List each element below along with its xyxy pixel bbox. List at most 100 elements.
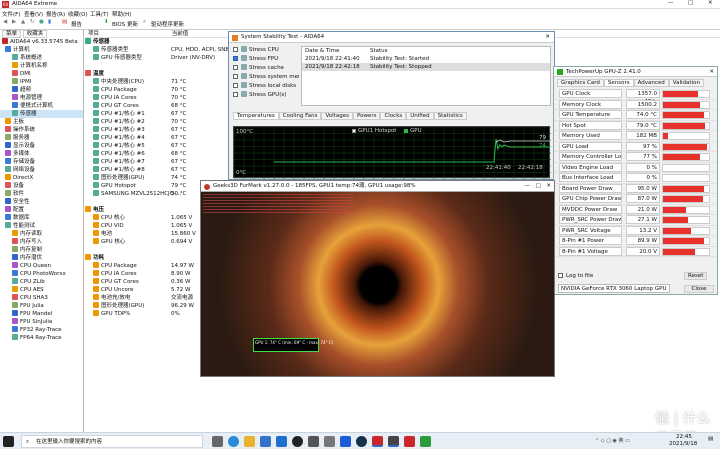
furmark-minimize-icon[interactable]: — — [525, 181, 531, 192]
clock-time[interactable]: 22:45 — [676, 434, 692, 440]
tree-item[interactable]: 存储设备 — [0, 158, 83, 166]
stress-option[interactable]: Stress cache — [233, 64, 299, 73]
tab-unified[interactable]: Unified — [406, 112, 434, 120]
xbox-icon[interactable] — [292, 436, 303, 447]
explorer-icon[interactable] — [244, 436, 255, 447]
tree-item[interactable]: CPU Queen — [0, 262, 83, 270]
up-icon[interactable]: ▲ — [21, 19, 25, 25]
gpuz-taskbar-icon[interactable] — [404, 436, 415, 447]
stress-checkbox[interactable] — [233, 65, 238, 70]
tree-item[interactable]: CPU SHA3 — [0, 294, 83, 302]
tab-menu[interactable]: 菜单 — [2, 30, 22, 38]
maximize-icon[interactable]: □ — [688, 0, 693, 6]
tree-item[interactable]: 配置 — [0, 206, 83, 214]
tree-item[interactable]: 系统概述 — [0, 54, 83, 62]
reset-button[interactable]: Reset — [684, 272, 708, 280]
driver-update-button[interactable]: 驱动程序更新 — [151, 20, 184, 28]
aida64-taskbar-icon[interactable] — [372, 436, 383, 447]
tree-item[interactable]: 便携式计算机 — [0, 102, 83, 110]
photos-icon[interactable] — [340, 436, 351, 447]
stress-option[interactable]: Stress local disks — [233, 82, 299, 91]
store-icon[interactable] — [260, 436, 271, 447]
tree-item[interactable]: 数据库 — [0, 214, 83, 222]
green-app-icon[interactable] — [420, 436, 431, 447]
tree-item[interactable]: CPU AES — [0, 286, 83, 294]
gpuz-sensor-row[interactable]: PWR_SRC Voltage 13.2 V — [554, 225, 717, 236]
gpuz-sensor-row[interactable]: 8-Pin #1 Voltage 20.0 V — [554, 246, 717, 257]
stress-option[interactable]: Stress system memory — [233, 73, 299, 82]
tab-powers[interactable]: Powers — [352, 112, 381, 120]
log-checkbox[interactable] — [558, 273, 563, 278]
tree-item[interactable]: 设备 — [0, 182, 83, 190]
taskbar-search[interactable]: ⌕ 在这里输入你要搜索的内容 — [21, 435, 203, 448]
tab-sensors[interactable]: Sensors — [603, 79, 634, 87]
notification-icon[interactable]: ▤ — [708, 436, 713, 442]
tree-item[interactable]: DirectX — [0, 174, 83, 182]
tab-favorites[interactable]: 收藏夹 — [22, 30, 48, 38]
driver-search-icon[interactable]: ⌕ — [143, 19, 146, 26]
stress-option[interactable]: Stress FPU — [233, 55, 299, 64]
bios-download-icon[interactable]: ⬇ — [104, 19, 109, 25]
tab-clocks[interactable]: Clocks — [380, 112, 407, 120]
settings-icon[interactable] — [324, 436, 335, 447]
system-tray-icons[interactable]: ⌃ ◇ ▢ ◉ 英 ▭ — [595, 437, 630, 444]
tree-item[interactable]: 显示设备 — [0, 142, 83, 150]
bios-update-button[interactable]: BIOS 更新 — [112, 20, 138, 28]
tree-item[interactable]: FP64 Ray-Trace — [0, 334, 83, 342]
tab-statistics[interactable]: Statistics — [433, 112, 467, 120]
furmark-maximize-icon[interactable]: □ — [536, 181, 541, 192]
tree-item[interactable]: 内存复制 — [0, 246, 83, 254]
tree-item[interactable]: 超频 — [0, 86, 83, 94]
tree-item[interactable]: FPU Julia — [0, 302, 83, 310]
stress-checkbox[interactable] — [233, 56, 238, 61]
edge-icon[interactable] — [228, 436, 239, 447]
gpuz-sensor-row[interactable]: Video Engine Load 0 % — [554, 162, 717, 173]
start-icon[interactable] — [3, 436, 14, 447]
tab-advanced[interactable]: Advanced — [633, 79, 669, 87]
gpuz-sensor-row[interactable]: GPU Chip Power Draw 87.0 W — [554, 194, 717, 205]
gpuz-sensor-row[interactable]: GPU Temperature 74.0 °C — [554, 110, 717, 121]
column-value[interactable]: 当前值 — [172, 31, 189, 37]
tree-item[interactable]: 内存写入 — [0, 238, 83, 246]
gpuz-close-icon[interactable]: ✕ — [709, 67, 714, 77]
refresh-icon[interactable]: ↻ — [30, 19, 35, 25]
tree-item[interactable]: 服务器 — [0, 134, 83, 142]
furmark-taskbar-icon[interactable] — [388, 436, 399, 447]
gpuz-sensor-row[interactable]: Memory Clock1500.2 MHz — [554, 99, 717, 116]
gpuz-sensor-row[interactable]: PWR_SRC Power Draw 27.1 W — [554, 215, 717, 226]
log-row[interactable]: 2021/9/18 22:42:18 Stability Test: Stoppe… — [302, 63, 550, 71]
tree-item[interactable]: 内存读取 — [0, 230, 83, 238]
gpuz-sensor-row[interactable]: Memory Used 182 MB — [554, 131, 717, 142]
tree-item[interactable]: 软件 — [0, 190, 83, 198]
tree-item[interactable]: FPU Mandel — [0, 310, 83, 318]
tree-item[interactable]: 计算机名称 — [0, 62, 83, 70]
tab-voltages[interactable]: Voltages — [321, 112, 353, 120]
gpuz-sensor-row[interactable]: GPU Clock1357.0 MHz — [554, 89, 717, 105]
tree-item[interactable]: 安全性 — [0, 198, 83, 206]
tree-item[interactable]: 传感器 — [0, 110, 83, 118]
log-to-file[interactable]: Log to file — [558, 273, 593, 279]
minimize-icon[interactable]: — — [668, 0, 674, 6]
tree-item[interactable]: DMI — [0, 70, 83, 78]
tree-item[interactable]: CPU PhotoWorxx — [0, 270, 83, 278]
user-icon[interactable]: ● — [39, 19, 44, 25]
close-icon[interactable]: ✕ — [708, 0, 713, 6]
tree-item[interactable]: 多媒体 — [0, 150, 83, 158]
task-view-icon[interactable] — [212, 436, 223, 447]
tree-item[interactable]: 网络设备 — [0, 166, 83, 174]
stress-checkbox[interactable] — [233, 47, 238, 52]
tree-item[interactable]: 性能测试 — [0, 222, 83, 230]
gpuz-sensor-row[interactable]: 8-Pin #1 Power 89.9 W — [554, 236, 717, 247]
gpu-select[interactable]: NVIDIA GeForce RTX 3060 Laptop GPU — [558, 284, 670, 293]
gpuz-sensor-row[interactable]: MVDDC Power Draw 21.0 W — [554, 204, 717, 215]
tree-item[interactable]: 内存潜伏 — [0, 254, 83, 262]
gpuz-sensor-row[interactable]: Bus Interface Load 0 % — [554, 173, 717, 184]
log-row[interactable]: 2021/9/18 22:41:40 Stability Test: Starte… — [302, 55, 550, 63]
tree-item[interactable]: 电源管理 — [0, 94, 83, 102]
app-icon[interactable] — [308, 436, 319, 447]
report-icon[interactable]: ▤ — [62, 19, 67, 25]
chart-icon[interactable]: ▮ — [48, 19, 51, 25]
stability-close-icon[interactable]: ✕ — [545, 32, 550, 43]
back-icon[interactable]: ◀ — [3, 19, 7, 25]
tree-item[interactable]: FPU SinJulia — [0, 318, 83, 326]
